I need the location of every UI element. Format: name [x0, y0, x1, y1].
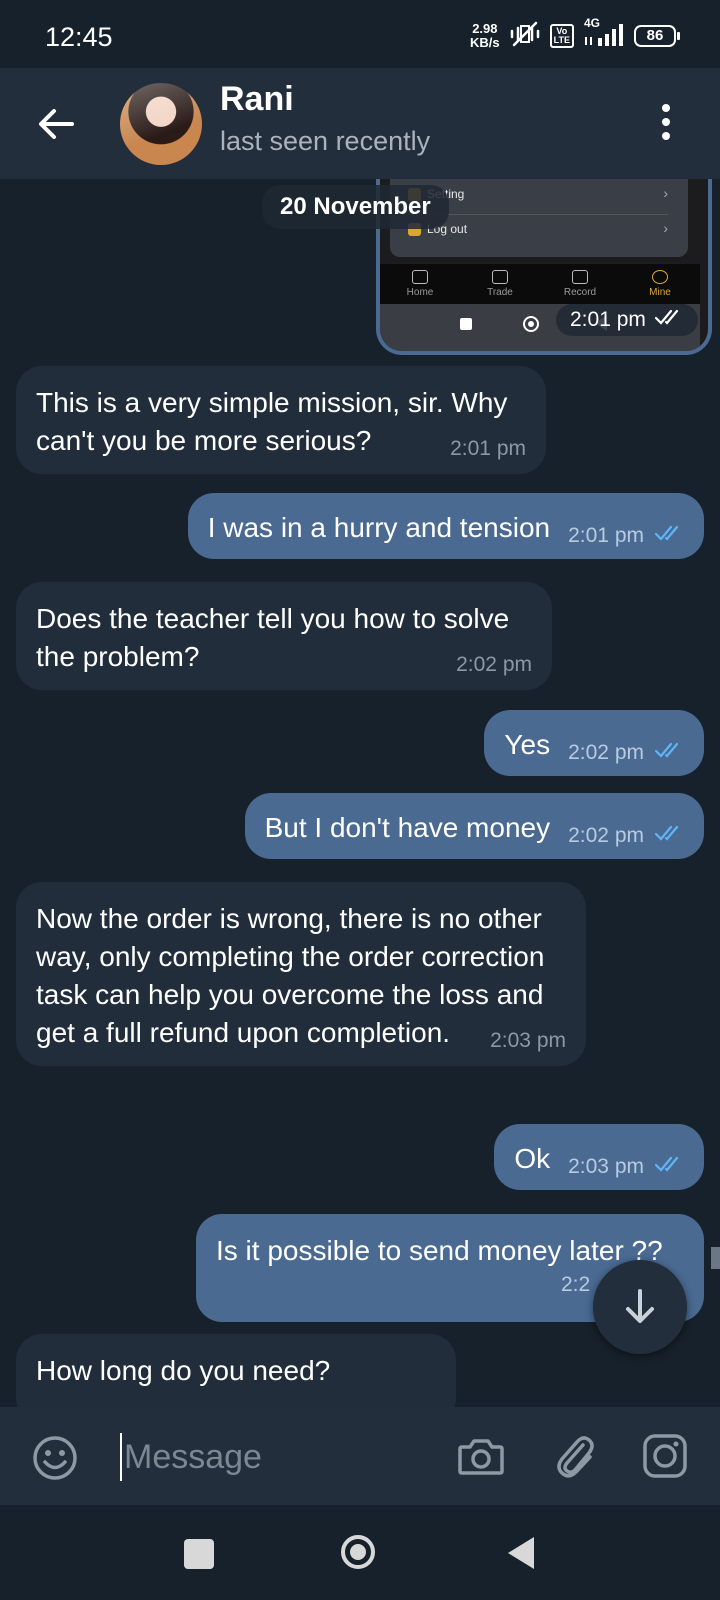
- instagram-icon[interactable]: [642, 1433, 688, 1484]
- message-text: Is it possible to send money later ??: [216, 1235, 663, 1266]
- screenshot-tab-home: Home: [380, 264, 460, 304]
- message-meta: 2:01 pm: [450, 436, 526, 462]
- screenshot-tab-label: Home: [406, 287, 434, 298]
- message-bubble-incoming[interactable]: How long do you need?: [16, 1334, 456, 1407]
- message-text: Does the teacher tell you how to solve t…: [36, 603, 510, 672]
- status-bar: 12:45 2.98 KB/s Vo LTE 4G 86: [0, 0, 720, 68]
- screenshot-tab-label: Record: [563, 287, 597, 298]
- more-vert-icon[interactable]: [658, 104, 674, 144]
- chat-header: Rani last seen recently: [0, 68, 720, 179]
- message-text: I was in a hurry and tension: [207, 512, 551, 543]
- date-separator: 20 November: [262, 185, 449, 229]
- attach-icon[interactable]: [553, 1431, 597, 1486]
- network-type: 4G: [584, 15, 601, 30]
- message-meta: 2:03 pm: [568, 1154, 686, 1180]
- scroll-down-button[interactable]: [593, 1260, 687, 1354]
- message-composer: [0, 1407, 720, 1505]
- message-time: 2:02 pm: [568, 741, 644, 764]
- mute-vibrate-icon: [508, 20, 542, 53]
- volte-bottom: LTE: [553, 35, 570, 45]
- double-check-icon: [654, 1154, 686, 1180]
- message-time: 2:01 pm: [568, 524, 644, 547]
- message-time: 2:02 pm: [568, 824, 644, 847]
- message-text: But I don't have money: [264, 812, 551, 843]
- message-bubble-outgoing[interactable]: Ok 2:03 pm: [494, 1124, 704, 1190]
- screenshot-tab-label: Mine: [649, 287, 671, 298]
- message-time: 2:03 pm: [490, 1029, 566, 1052]
- back-arrow-icon[interactable]: [34, 102, 78, 146]
- scroll-down-icon: [622, 1287, 658, 1332]
- message-text: Ok: [514, 1143, 551, 1174]
- message-text: How long do you need?: [36, 1355, 331, 1386]
- screenshot-timestamp: 2:01 pm: [556, 304, 698, 336]
- volte-icon: Vo LTE: [549, 24, 574, 48]
- message-time: 2:03 pm: [568, 1155, 644, 1178]
- home-button[interactable]: [341, 1535, 375, 1569]
- message-list[interactable]: Setting › Log out › Home Trade Record Mi…: [0, 179, 720, 1407]
- message-bubble-incoming[interactable]: Now the order is wrong, there is no othe…: [16, 882, 586, 1066]
- net-speed: 2.98 KB/s: [470, 22, 500, 50]
- double-check-icon: [654, 823, 686, 849]
- message-text: Yes: [504, 729, 551, 760]
- message-time: 2:01 pm: [570, 308, 646, 331]
- record-icon: [572, 270, 588, 284]
- screenshot-tab-record: Record: [540, 264, 620, 304]
- message-meta: 2:02 pm: [568, 740, 686, 766]
- message-meta: 2:03 pm: [490, 1028, 566, 1054]
- net-speed-unit: KB/s: [470, 35, 500, 50]
- message-bubble-incoming[interactable]: Does the teacher tell you how to solve t…: [16, 582, 552, 690]
- system-nav-bar: [0, 1505, 720, 1600]
- message-bubble-outgoing[interactable]: I was in a hurry and tension 2:01 pm: [187, 493, 704, 559]
- signal-icon: 4G: [582, 16, 626, 53]
- chevron-right-icon: ›: [663, 185, 668, 201]
- status-icons: 2.98 KB/s Vo LTE 4G 86: [470, 16, 680, 53]
- message-meta: 2:2: [561, 1272, 590, 1298]
- message-bubble-incoming[interactable]: This is a very simple mission, sir. Why …: [16, 366, 546, 474]
- double-check-icon: [654, 740, 686, 766]
- screenshot-tab-trade: Trade: [460, 264, 540, 304]
- last-seen-status: last seen recently: [220, 126, 431, 156]
- message-meta: 2:01 pm: [568, 523, 686, 549]
- message-input[interactable]: [120, 1433, 446, 1481]
- message-time: 2:01 pm: [450, 437, 526, 460]
- message-meta: 2:02 pm: [568, 823, 686, 849]
- home-icon: [412, 270, 428, 284]
- chevron-right-icon: ›: [663, 220, 668, 236]
- message-meta: 2:02 pm: [456, 652, 532, 678]
- status-time: 12:45: [45, 22, 113, 52]
- message-bubble-outgoing[interactable]: Yes 2:02 pm: [484, 710, 704, 776]
- double-check-icon: [654, 523, 686, 549]
- message-time: 2:2: [561, 1273, 591, 1296]
- message-text: Now the order is wrong, there is no othe…: [36, 903, 545, 1048]
- emoji-icon[interactable]: [32, 1435, 78, 1486]
- screenshot-tab-label: Trade: [487, 287, 513, 298]
- user-icon: [652, 270, 668, 284]
- camera-icon[interactable]: [456, 1433, 506, 1484]
- recents-button[interactable]: [184, 1539, 214, 1569]
- battery-icon: 86: [634, 25, 680, 47]
- screenshot-tabbar: Home Trade Record Mine: [380, 264, 700, 304]
- message-time: 2:02 pm: [456, 653, 532, 676]
- screenshot-tab-mine: Mine: [620, 264, 700, 304]
- net-speed-value: 2.98: [472, 21, 498, 36]
- contact-name[interactable]: Rani: [220, 80, 294, 119]
- double-check-icon: [654, 308, 684, 332]
- scrollbar-thumb[interactable]: [711, 1247, 720, 1269]
- back-button[interactable]: [508, 1537, 534, 1569]
- avatar[interactable]: [120, 83, 202, 165]
- message-text: This is a very simple mission, sir. Why …: [36, 387, 508, 456]
- trade-icon: [492, 270, 508, 284]
- message-bubble-outgoing[interactable]: But I don't have money 2:02 pm: [244, 793, 704, 859]
